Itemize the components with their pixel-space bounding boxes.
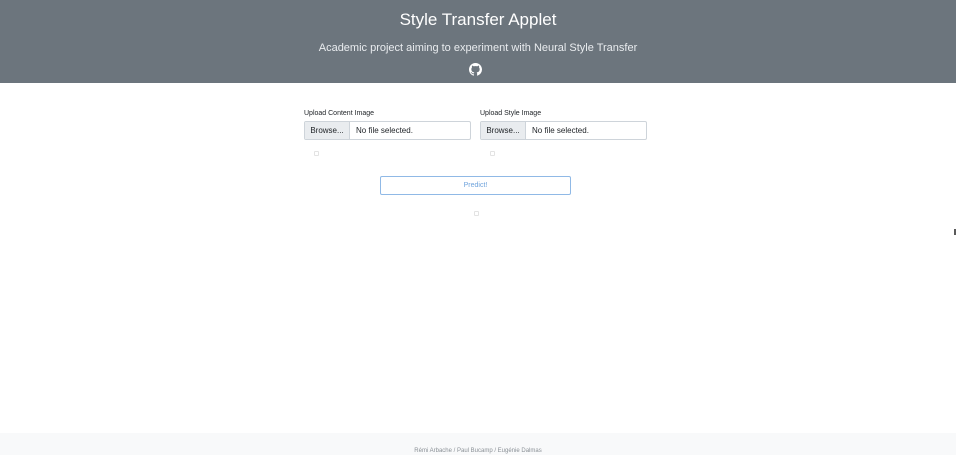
- style-file-status: No file selected.: [532, 126, 589, 135]
- content-file-status: No file selected.: [356, 126, 413, 135]
- page-footer: Rémi Arbache / Paul Bucamp / Eugénie Dal…: [0, 433, 956, 455]
- footer-credits: Rémi Arbache / Paul Bucamp / Eugénie Dal…: [414, 448, 542, 454]
- github-icon[interactable]: [469, 63, 482, 76]
- predict-button[interactable]: Predict!: [380, 176, 571, 195]
- upload-content-label: Upload Content Image: [304, 110, 375, 117]
- page-subtitle: Academic project aiming to experiment wi…: [318, 42, 638, 54]
- upload-style-label: Upload Style Image: [480, 110, 542, 117]
- page-title: Style Transfer Applet: [399, 10, 557, 29]
- style-file-input[interactable]: Browse... No file selected.: [480, 121, 647, 140]
- upload-style-group: Upload Style Image Browse... No file sel…: [480, 109, 647, 156]
- content-image-preview: [314, 151, 319, 156]
- content-browse-button[interactable]: Browse...: [305, 122, 350, 139]
- page-header: Style Transfer Applet Academic project a…: [0, 0, 956, 83]
- result-image-preview: [474, 211, 479, 216]
- page: Style Transfer Applet Academic project a…: [0, 0, 956, 455]
- content-file-input[interactable]: Browse... No file selected.: [304, 121, 471, 140]
- upload-content-group: Upload Content Image Browse... No file s…: [304, 109, 471, 156]
- style-browse-button[interactable]: Browse...: [481, 122, 526, 139]
- style-image-preview: [490, 151, 495, 156]
